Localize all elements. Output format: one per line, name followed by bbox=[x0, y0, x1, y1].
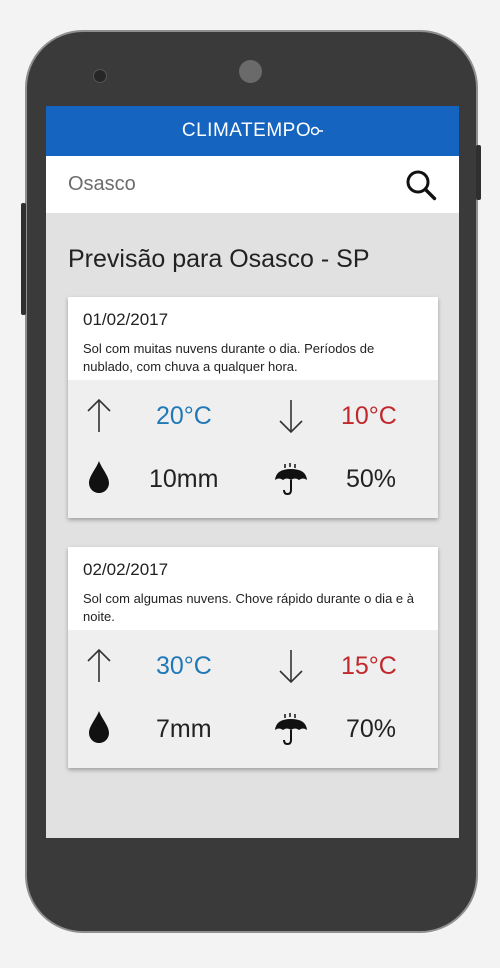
search-bar bbox=[46, 156, 459, 213]
forecast-card: 02/02/2017 Sol com algumas nuvens. Chove… bbox=[68, 547, 438, 768]
arrow-down-icon bbox=[279, 400, 303, 434]
rain-volume: 10mm bbox=[149, 465, 219, 493]
app-logo-text: CLIMATEMPO bbox=[181, 120, 312, 141]
forecast-stats: 30°C 15°C 7mm 70% bbox=[68, 630, 438, 768]
rain-chance: 50% bbox=[346, 465, 397, 493]
search-icon[interactable] bbox=[405, 169, 437, 201]
forecast-date: 02/02/2017 bbox=[83, 560, 169, 579]
forecast-header: 01/02/2017 Sol com muitas nuvens durante… bbox=[68, 297, 438, 374]
forecast-description: Sol com algumas nuvens. Chove rápido dur… bbox=[83, 591, 414, 624]
min-temp: 15°C bbox=[341, 652, 397, 680]
arrow-up-icon bbox=[87, 648, 111, 682]
max-temp: 20°C bbox=[156, 402, 212, 430]
logo-thermometer-icon bbox=[311, 126, 324, 136]
page-title: Previsão para Osasco - SP bbox=[68, 245, 370, 273]
front-camera bbox=[93, 69, 107, 83]
forecast-card: 01/02/2017 Sol com muitas nuvens durante… bbox=[68, 297, 438, 518]
umbrella-rain-icon bbox=[275, 463, 307, 495]
power-button bbox=[476, 145, 481, 200]
max-temp: 30°C bbox=[156, 652, 212, 680]
water-drop-icon bbox=[89, 711, 109, 743]
forecast-date: 01/02/2017 bbox=[83, 310, 169, 329]
arrow-up-icon bbox=[87, 398, 111, 432]
app-bar: CLIMATEMPO bbox=[46, 106, 459, 156]
rain-chance: 70% bbox=[346, 715, 397, 743]
min-temp: 10°C bbox=[341, 402, 397, 430]
arrow-down-icon bbox=[279, 650, 303, 684]
search-input[interactable] bbox=[68, 173, 368, 196]
screen: CLIMATEMPO Previsão para Osasco - SP 01/… bbox=[46, 106, 459, 838]
water-drop-icon bbox=[89, 461, 109, 493]
forecast-stats: 20°C 10°C 10mm 50% bbox=[68, 380, 438, 518]
rain-volume: 7mm bbox=[156, 715, 212, 743]
volume-button bbox=[21, 203, 26, 315]
umbrella-rain-icon bbox=[275, 713, 307, 745]
forecast-description: Sol com muitas nuvens durante o dia. Per… bbox=[83, 341, 375, 374]
earpiece bbox=[239, 60, 262, 83]
forecast-header: 02/02/2017 Sol com algumas nuvens. Chove… bbox=[68, 547, 438, 624]
app-logo: CLIMATEMPO bbox=[181, 120, 324, 142]
